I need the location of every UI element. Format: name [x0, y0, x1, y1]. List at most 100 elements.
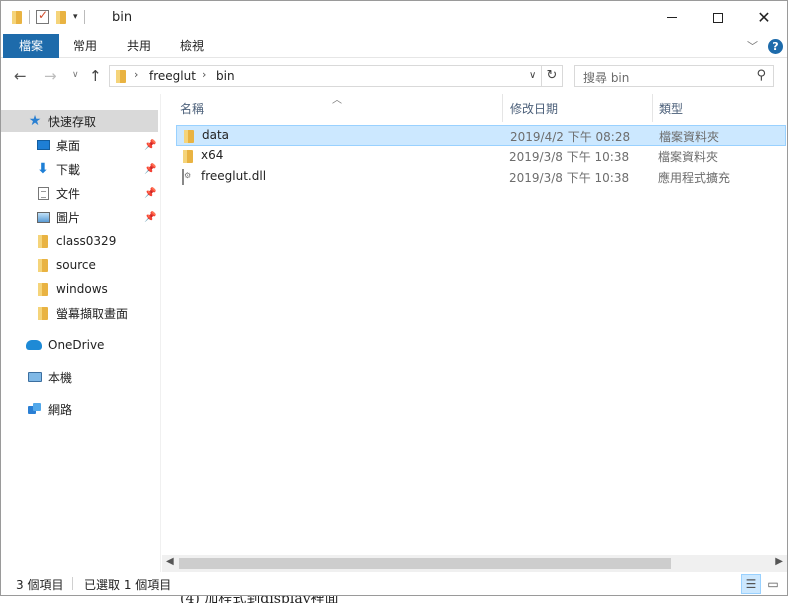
- scroll-left-icon[interactable]: ◀: [166, 556, 174, 567]
- address-bar[interactable]: › freeglut › bin ∨: [109, 65, 542, 87]
- folder-icon: [35, 281, 51, 297]
- sidebar-item-network[interactable]: 網路: [1, 398, 158, 420]
- file-date: 2019/3/8 下午 10:38: [509, 171, 630, 185]
- sidebar-item-folder[interactable]: 螢幕擷取畫面: [1, 302, 158, 324]
- sidebar-item-label: 文件: [56, 186, 81, 201]
- status-bar: 3 個項目 已選取 1 個項目 ☰ ▭: [1, 572, 787, 595]
- file-type: 檔案資料夾: [659, 130, 720, 144]
- new-folder-icon[interactable]: [55, 10, 67, 24]
- help-icon[interactable]: ?: [768, 39, 783, 54]
- sidebar-item-onedrive[interactable]: OneDrive: [1, 334, 158, 356]
- tab-view[interactable]: 檢視: [166, 34, 218, 58]
- toolbar-divider: [29, 10, 30, 24]
- file-name: x64: [201, 148, 224, 162]
- sidebar-item-quick-access[interactable]: ★ 快速存取: [1, 110, 158, 132]
- status-divider: [72, 577, 73, 590]
- file-row[interactable]: data 2019/4/2 下午 08:28 檔案資料夾: [176, 125, 786, 146]
- up-arrow-icon[interactable]: ↑: [89, 67, 102, 85]
- sidebar-item-label: 螢幕擷取畫面: [56, 306, 129, 321]
- breadcrumb-separator-icon[interactable]: ›: [202, 68, 206, 81]
- customize-toolbar-chevron-icon[interactable]: ▾: [73, 12, 78, 22]
- cloud-icon: [26, 337, 42, 353]
- pictures-icon: [35, 209, 51, 225]
- navigation-pane: ★ 快速存取 桌面 📌 ⬇ 下載 📌 文件 📌 圖片 📌 class0329 s…: [1, 94, 161, 572]
- maximize-button[interactable]: [695, 1, 741, 34]
- address-dropdown-chevron-icon[interactable]: ∨: [529, 70, 536, 81]
- search-placeholder: 搜尋 bin: [583, 71, 630, 85]
- folder-icon: [35, 233, 51, 249]
- file-name: data: [202, 128, 230, 142]
- sidebar-item-folder[interactable]: class0329: [1, 230, 158, 252]
- navigation-bar: ← → ∨ ↑ › freeglut › bin ∨ ↻ 搜尋 bin ⚲: [1, 59, 787, 93]
- sidebar-item-downloads[interactable]: ⬇ 下載 📌: [1, 158, 158, 180]
- recent-locations-chevron-icon[interactable]: ∨: [72, 70, 79, 80]
- tab-file[interactable]: 檔案: [3, 34, 59, 58]
- forward-arrow-icon[interactable]: →: [44, 67, 57, 85]
- minimize-icon: [667, 17, 677, 18]
- file-list: ︿ 名稱 修改日期 類型 data 2019/4/2 下午 08:28 檔案資料…: [162, 94, 787, 572]
- close-icon: ✕: [757, 8, 771, 27]
- search-icon: ⚲: [756, 68, 766, 83]
- column-divider[interactable]: [502, 94, 503, 122]
- file-explorer-window: ▾ bin ✕ 檔案 常用 共用 檢視 ﹀ ? ← → ∨ ↑ › freegl…: [0, 0, 788, 596]
- column-divider[interactable]: [652, 94, 653, 122]
- large-icons-view-icon: ▭: [767, 577, 779, 591]
- sidebar-item-folder[interactable]: windows: [1, 278, 158, 300]
- folder-icon: [115, 69, 127, 83]
- sidebar-item-documents[interactable]: 文件 📌: [1, 182, 158, 204]
- column-headers: ︿ 名稱 修改日期 類型: [162, 94, 787, 122]
- column-header-date[interactable]: 修改日期: [510, 100, 558, 117]
- network-icon: [27, 401, 43, 417]
- download-icon: ⬇: [37, 161, 49, 177]
- back-arrow-icon[interactable]: ←: [14, 67, 27, 85]
- sidebar-item-label: 網路: [48, 402, 73, 417]
- expand-ribbon-chevron-icon[interactable]: ﹀: [747, 38, 758, 54]
- sidebar-item-desktop[interactable]: 桌面 📌: [1, 134, 158, 156]
- details-view-button[interactable]: ☰: [741, 574, 761, 594]
- tab-home[interactable]: 常用: [59, 34, 111, 58]
- selection-count: 已選取 1 個項目: [84, 578, 172, 592]
- column-header-type[interactable]: 類型: [659, 100, 683, 117]
- file-row[interactable]: x64 2019/3/8 下午 10:38 檔案資料夾: [176, 146, 786, 167]
- sidebar-item-label: source: [56, 258, 96, 272]
- refresh-button[interactable]: ↻: [542, 65, 563, 87]
- close-button[interactable]: ✕: [741, 1, 787, 34]
- refresh-icon: ↻: [546, 68, 558, 83]
- desktop-icon: [35, 137, 51, 153]
- horizontal-scrollbar[interactable]: ◀ ▶: [162, 555, 787, 572]
- folder-icon: [35, 305, 51, 321]
- document-icon: [35, 185, 51, 201]
- sidebar-item-label: 快速存取: [48, 114, 97, 129]
- breadcrumb-freeglut[interactable]: freeglut: [149, 69, 196, 83]
- file-date: 2019/4/2 下午 08:28: [510, 130, 631, 144]
- folder-icon: [182, 149, 194, 166]
- pin-icon: 📌: [144, 211, 157, 223]
- minimize-button[interactable]: [649, 1, 695, 34]
- search-input[interactable]: 搜尋 bin ⚲: [574, 65, 774, 87]
- breadcrumb-bin[interactable]: bin: [216, 69, 235, 83]
- sidebar-item-label: class0329: [56, 234, 117, 248]
- large-icons-view-button[interactable]: ▭: [763, 574, 783, 594]
- sidebar-item-folder[interactable]: source: [1, 254, 158, 276]
- scroll-right-icon[interactable]: ▶: [775, 556, 783, 567]
- column-header-name[interactable]: 名稱: [180, 100, 204, 117]
- sidebar-item-label: OneDrive: [48, 338, 105, 352]
- title-bar: ▾ bin ✕: [1, 1, 787, 34]
- ribbon-tabs: 檔案 常用 共用 檢視 ﹀ ?: [1, 34, 787, 58]
- sidebar-item-label: 桌面: [56, 138, 81, 153]
- sidebar-item-pictures[interactable]: 圖片 📌: [1, 206, 158, 228]
- quick-access-toolbar: ▾: [11, 8, 85, 24]
- folder-icon: [183, 129, 195, 146]
- file-row[interactable]: freeglut.dll 2019/3/8 下午 10:38 應用程式擴充: [176, 167, 786, 188]
- pin-icon: 📌: [144, 139, 157, 151]
- tab-share[interactable]: 共用: [113, 34, 165, 58]
- toolbar-divider: [83, 10, 85, 24]
- sidebar-item-this-pc[interactable]: 本機: [1, 366, 158, 388]
- folder-icon: [35, 257, 51, 273]
- file-date: 2019/3/8 下午 10:38: [509, 150, 630, 164]
- properties-icon[interactable]: [36, 8, 49, 24]
- computer-icon: [27, 369, 43, 385]
- breadcrumb-separator-icon[interactable]: ›: [134, 68, 138, 81]
- details-view-icon: ☰: [745, 577, 757, 591]
- scrollbar-thumb[interactable]: [179, 558, 671, 569]
